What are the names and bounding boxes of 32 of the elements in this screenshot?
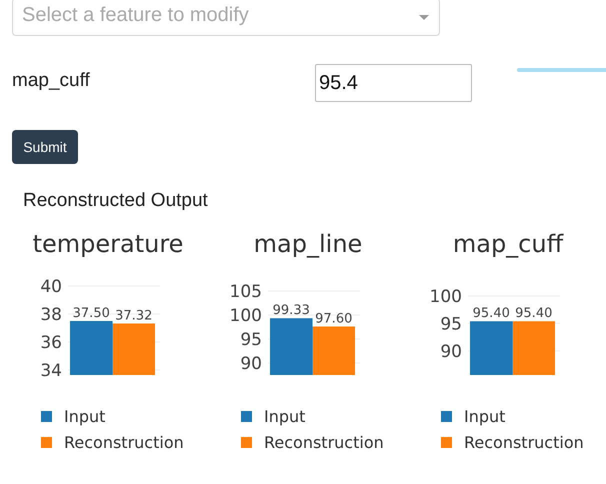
bar-value-label: 95.40 — [515, 306, 552, 322]
axis-tick-label: 100 — [430, 287, 462, 307]
bar-value-label: 37.32 — [115, 308, 152, 324]
axis-tick-label: 36 — [40, 332, 62, 353]
axis-tick-label: 34 — [40, 360, 62, 381]
axis-tick-label: 90 — [440, 342, 462, 362]
axis-tick-label: 38 — [40, 304, 62, 325]
chart-title: map_cuff — [452, 229, 565, 260]
bar-value-label: 95.40 — [472, 306, 510, 322]
chart-title: temperature — [32, 229, 184, 260]
dropdown-placeholder: Select a feature to modify — [22, 4, 250, 26]
legend-label[interactable]: Reconstruction — [64, 432, 184, 452]
legend-label[interactable]: Input — [464, 406, 506, 426]
axis-tick-label: 100 — [230, 306, 262, 326]
axis-tick-label: 105 — [230, 282, 262, 302]
value-input-field[interactable]: 95.4 — [315, 64, 472, 102]
axis-tick-label: 90 — [240, 354, 262, 374]
bar-value-label: 37.50 — [72, 306, 110, 321]
bar-value-label: 97.60 — [315, 312, 352, 327]
legend-label[interactable]: Reconstruction — [264, 432, 384, 452]
section-heading: Reconstructed Output — [23, 190, 209, 213]
submit-button[interactable]: Submit — [12, 130, 78, 164]
axis-tick-label: 95 — [240, 330, 262, 350]
legend-label[interactable]: Input — [264, 406, 306, 426]
axis-tick-label: 40 — [40, 277, 62, 297]
legend-label[interactable]: Input — [64, 406, 106, 426]
field-label: map_cuff — [12, 70, 90, 92]
legend-label[interactable]: Reconstruction — [464, 432, 584, 452]
bar-value-label: 99.33 — [272, 303, 310, 318]
caret-icon — [419, 14, 429, 20]
axis-tick-label: 95 — [440, 314, 462, 334]
chart-title: map_line — [252, 229, 364, 260]
